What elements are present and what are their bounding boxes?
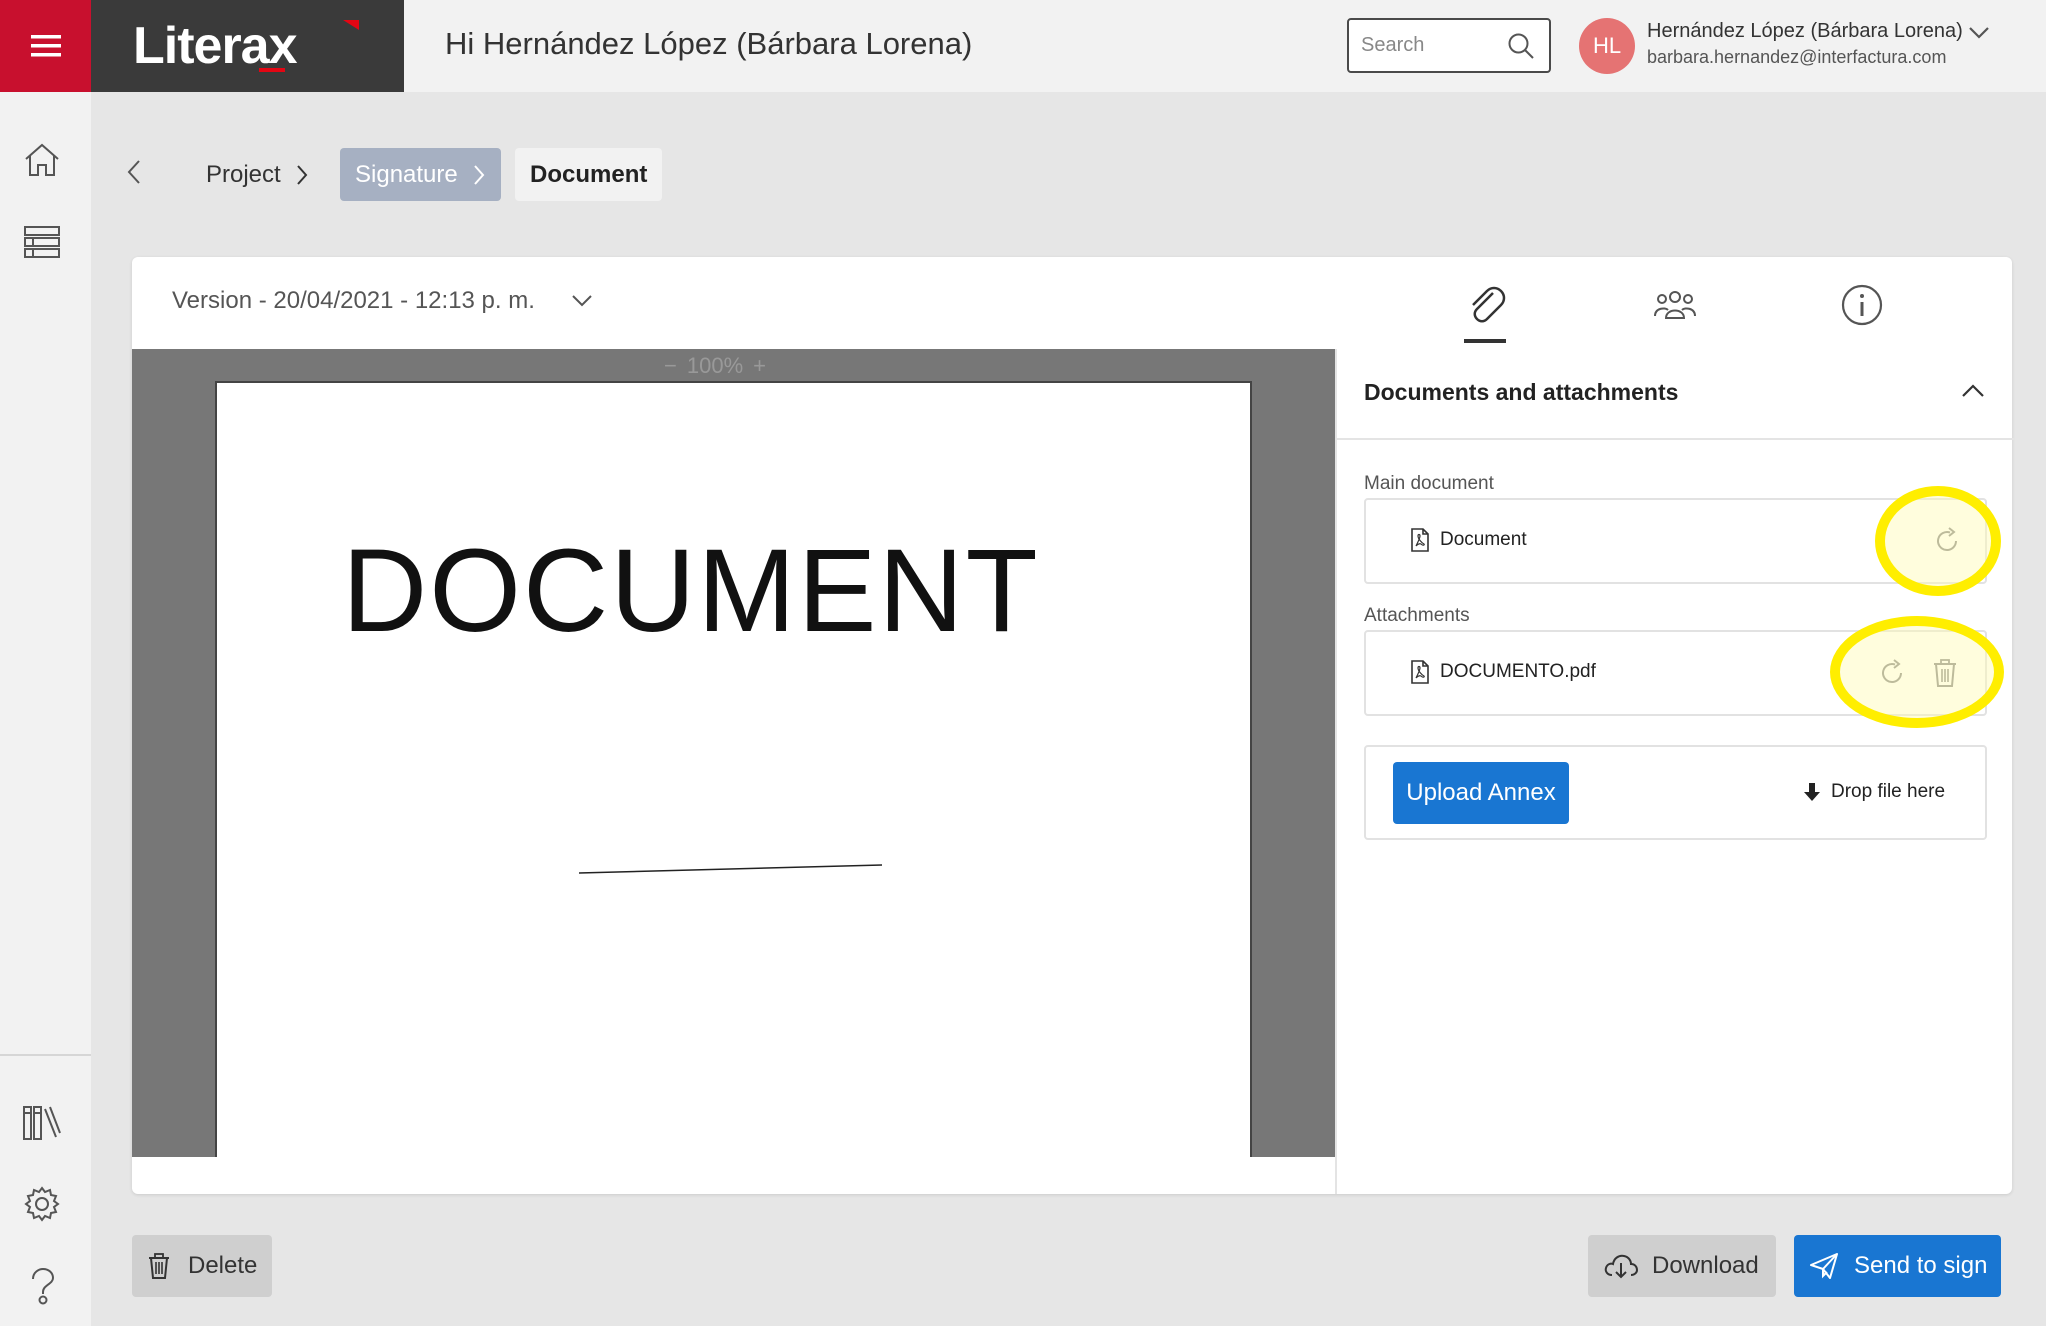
- highlight-circle: [1830, 616, 2004, 728]
- main-document-item[interactable]: Document: [1410, 528, 1527, 552]
- panel-title: Documents and attachments: [1364, 379, 1679, 405]
- top-header: Literax Hi Hernández López (Bárbara Lore…: [0, 0, 2046, 92]
- breadcrumb-signature[interactable]: Signature: [340, 148, 501, 201]
- list-table-icon[interactable]: [22, 222, 62, 262]
- attachments-label: Attachments: [1364, 605, 1470, 626]
- zoom-level: 100%: [686, 353, 744, 378]
- version-label: Version - 20/04/2021 - 12:13 p. m.: [172, 287, 535, 314]
- zoom-in-button[interactable]: +: [753, 353, 766, 379]
- document-heading: DOCUMENT: [342, 525, 1040, 657]
- info-icon: [1841, 284, 1883, 326]
- greeting-text: Hi Hernández López (Bárbara Lorena): [445, 26, 973, 61]
- tab-info[interactable]: [1832, 275, 1892, 335]
- search-box[interactable]: [1347, 18, 1551, 73]
- breadcrumb-document[interactable]: Document: [515, 148, 663, 201]
- drop-file-text: Drop file here: [1831, 781, 1946, 802]
- chevron-up-icon[interactable]: [1961, 383, 1985, 399]
- main-document-label: Main document: [1364, 473, 1494, 494]
- back-chevron-icon[interactable]: [126, 158, 142, 186]
- chevron-right-icon: [296, 164, 308, 185]
- main-document-name: Document: [1440, 529, 1527, 550]
- help-icon[interactable]: [22, 1266, 62, 1306]
- drop-zone[interactable]: Drop file here: [1803, 781, 1945, 803]
- library-icon[interactable]: [22, 1102, 62, 1142]
- download-label: Download: [1652, 1252, 1759, 1279]
- hamburger-icon: [30, 35, 61, 57]
- version-selector[interactable]: Version - 20/04/2021 - 12:13 p. m.: [172, 287, 593, 315]
- home-icon[interactable]: [22, 140, 62, 180]
- menu-button[interactable]: [0, 0, 91, 92]
- breadcrumb-signature-label: Signature: [355, 160, 458, 188]
- chevron-down-icon[interactable]: [1968, 26, 1990, 40]
- active-tab-indicator: [1464, 339, 1506, 343]
- replace-refresh-icon[interactable]: [1932, 526, 1962, 556]
- gear-icon[interactable]: [22, 1184, 62, 1224]
- panel-divider: [1337, 438, 2014, 440]
- paper-plane-icon: [1810, 1253, 1838, 1279]
- logo-accent-icon: [343, 20, 359, 30]
- tab-participants[interactable]: [1645, 275, 1705, 335]
- breadcrumb-project-label: Project: [206, 160, 281, 188]
- chevron-down-icon: [572, 295, 592, 307]
- attachment-box: DOCUMENTO.pdf: [1364, 616, 2004, 728]
- attachments-panel: Documents and attachments Main document …: [1335, 349, 2014, 1194]
- avatar[interactable]: HL: [1579, 18, 1635, 74]
- tab-attachments[interactable]: [1455, 275, 1515, 335]
- zoom-out-button[interactable]: −: [664, 353, 677, 379]
- document-viewer[interactable]: DOCUMENT − 100% +: [132, 349, 1335, 1157]
- upload-annex-button[interactable]: Upload Annex: [1393, 762, 1569, 824]
- send-to-sign-label: Send to sign: [1854, 1252, 1988, 1279]
- user-name[interactable]: Hernández López (Bárbara Lorena): [1647, 20, 1963, 43]
- delete-label: Delete: [188, 1252, 258, 1279]
- logo-underline: [259, 68, 285, 72]
- attachment-item[interactable]: DOCUMENTO.pdf: [1410, 660, 1596, 684]
- attachment-name: DOCUMENTO.pdf: [1440, 661, 1596, 682]
- logo-text: Literax: [133, 17, 298, 75]
- main-document-box: Document: [1364, 486, 2001, 596]
- sidebar-divider: [0, 1054, 91, 1056]
- chevron-right-icon: [474, 164, 485, 185]
- pdf-file-icon: [1411, 528, 1429, 552]
- send-to-sign-button[interactable]: Send to sign: [1794, 1235, 2001, 1297]
- document-page: DOCUMENT: [215, 381, 1252, 1157]
- trash-icon[interactable]: [1932, 658, 1958, 688]
- pdf-file-icon: [1411, 660, 1429, 684]
- cloud-download-icon: [1604, 1254, 1638, 1279]
- document-card: Version - 20/04/2021 - 12:13 p. m. DOCUM: [132, 257, 2014, 1194]
- delete-button[interactable]: Delete: [132, 1235, 272, 1297]
- upload-area[interactable]: Upload Annex Drop file here: [1364, 745, 1987, 840]
- user-email: barbara.hernandez@interfactura.com: [1647, 47, 1947, 67]
- search-icon[interactable]: [1507, 32, 1535, 60]
- signature-line: [578, 864, 883, 874]
- breadcrumb-project[interactable]: Project: [191, 148, 324, 201]
- replace-refresh-icon[interactable]: [1877, 658, 1907, 688]
- sidebar: [0, 92, 91, 1326]
- logo[interactable]: Literax: [91, 0, 404, 92]
- arrow-down-icon: [1804, 783, 1820, 801]
- trash-icon: [149, 1253, 169, 1279]
- search-input[interactable]: [1361, 34, 1501, 57]
- download-button[interactable]: Download: [1588, 1235, 1776, 1297]
- users-icon: [1654, 291, 1696, 319]
- zoom-controls: − 100% +: [664, 353, 766, 379]
- paperclip-icon: [1472, 286, 1506, 323]
